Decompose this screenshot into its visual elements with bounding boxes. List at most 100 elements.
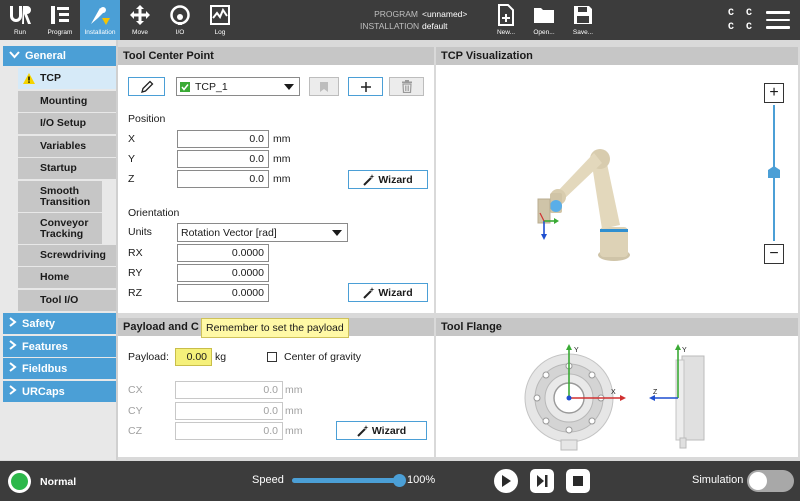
nav-item-label: I/O Setup — [40, 117, 87, 129]
power-status-button[interactable] — [8, 470, 31, 493]
tcp-select[interactable]: TCP_1 — [176, 77, 300, 96]
nav-item-screwdriving[interactable]: Screwdriving — [18, 245, 116, 266]
tcp-select-value: TCP_1 — [195, 80, 228, 93]
tcp-visualization-title: TCP Visualization — [436, 47, 798, 65]
flange-front-view: Y X — [524, 344, 626, 451]
payload-field[interactable]: 0.00 — [175, 348, 212, 366]
log-icon — [207, 3, 233, 27]
chevron-right-icon — [9, 362, 17, 375]
rz-field[interactable]: 0.0000 — [177, 284, 269, 302]
tab-move[interactable]: Move — [120, 0, 160, 40]
check-icon — [180, 82, 190, 92]
cy-field[interactable]: 0.0 — [175, 402, 283, 420]
magic-wand-icon — [357, 424, 369, 437]
cx-field[interactable]: 0.0 — [175, 381, 283, 399]
nav-section-label: Fieldbus — [22, 362, 68, 375]
tcp-visualization-panel: TCP Visualization + − — [436, 47, 798, 313]
nav-section-general[interactable]: General — [3, 46, 116, 66]
nav-section-urcaps[interactable]: URCaps — [3, 381, 116, 402]
payload-panel: Payload and C Remember to set the payloa… — [118, 318, 434, 457]
pencil-icon — [140, 80, 153, 93]
nav-item-label: TCP — [40, 72, 61, 84]
nav-item-startup[interactable]: Startup — [18, 158, 116, 179]
units-select-value: Rotation Vector [rad] — [181, 226, 277, 239]
save-button-label: Save... — [572, 29, 594, 36]
zoom-in-button[interactable]: + — [764, 83, 784, 103]
nav-item-tool-io[interactable]: Tool I/O — [18, 290, 116, 311]
zoom-out-label: − — [769, 245, 779, 262]
tab-io[interactable]: I/O — [160, 0, 200, 40]
chevron-right-icon — [9, 340, 17, 353]
nav-section-label: URCaps — [22, 385, 65, 398]
speed-label: Speed — [252, 474, 284, 486]
new-button[interactable]: New... — [490, 0, 522, 40]
speed-slider-handle[interactable] — [392, 474, 406, 487]
nav-section-label: Features — [22, 340, 68, 353]
center-of-gravity-label: Center of gravity — [284, 351, 362, 363]
status-ok-icon — [11, 473, 28, 490]
y-field[interactable]: 0.0 — [177, 150, 269, 168]
cz-field[interactable]: 0.0 — [175, 422, 283, 440]
rx-field[interactable]: 0.0000 — [177, 244, 269, 262]
tab-installation-label: Installation — [84, 29, 116, 36]
nav-item-label: Startup — [40, 162, 77, 174]
payload-tooltip: Remember to set the payload — [201, 318, 349, 338]
io-icon — [167, 3, 193, 27]
tab-installation[interactable]: Installation — [80, 0, 120, 40]
tab-log[interactable]: Log — [200, 0, 240, 40]
orientation-wizard-button[interactable]: Wizard — [348, 283, 428, 302]
nav-item-smooth-transition[interactable]: Smooth Transition — [18, 181, 102, 212]
speed-slider-track[interactable] — [292, 474, 406, 487]
step-button[interactable] — [530, 469, 554, 493]
plus-icon — [360, 81, 371, 92]
nav-item-conveyor-tracking[interactable]: Conveyor Tracking — [18, 213, 102, 244]
nav-item-io-setup[interactable]: I/O Setup — [18, 113, 116, 134]
zoom-out-button[interactable]: − — [764, 244, 784, 264]
tab-program-label: Program — [47, 29, 73, 36]
nav-item-home[interactable]: Home — [18, 267, 116, 288]
warning-icon — [23, 73, 35, 84]
nav-item-tcp[interactable]: TCP — [18, 68, 116, 89]
x-unit: mm — [273, 133, 291, 145]
units-select[interactable]: Rotation Vector [rad] — [177, 223, 348, 242]
z-label: Z — [128, 173, 135, 185]
chevron-right-icon — [9, 317, 17, 330]
nav-section-fieldbus[interactable]: Fieldbus — [3, 358, 116, 379]
nav-section-features[interactable]: Features — [3, 336, 116, 357]
new-file-icon — [493, 3, 519, 27]
nav-section-safety[interactable]: Safety — [3, 313, 116, 334]
tab-program[interactable]: Program — [40, 0, 80, 40]
zoom-slider-handle[interactable] — [768, 166, 780, 178]
set-default-tcp-button[interactable] — [309, 77, 339, 96]
hamburger-menu-icon[interactable] — [766, 11, 790, 29]
tab-run[interactable]: Run — [0, 0, 40, 40]
nav-item-mounting[interactable]: Mounting — [18, 91, 116, 112]
payload-wizard-button[interactable]: Wizard — [336, 421, 427, 440]
play-button[interactable] — [494, 469, 518, 493]
simulation-toggle[interactable] — [747, 470, 794, 492]
y-unit: mm — [273, 153, 291, 165]
z-field[interactable]: 0.0 — [177, 170, 269, 188]
units-label: Units — [128, 226, 152, 238]
tab-io-label: I/O — [175, 29, 185, 36]
save-button[interactable]: Save... — [566, 0, 600, 40]
bookmark-icon — [320, 81, 328, 92]
x-field[interactable]: 0.0 — [177, 130, 269, 148]
chevron-down-icon — [332, 230, 342, 236]
left-navigation: General TCP Mounting I/O Setup Variables… — [0, 40, 118, 460]
stop-button[interactable] — [566, 469, 590, 493]
delete-tcp-button[interactable] — [389, 77, 424, 96]
payload-label: Payload: — [128, 351, 169, 363]
nav-item-variables[interactable]: Variables — [18, 136, 116, 157]
add-tcp-button[interactable] — [348, 77, 383, 96]
ry-field[interactable]: 0.0000 — [177, 264, 269, 282]
open-button[interactable]: Open... — [528, 0, 560, 40]
tool-flange-panel: Tool Flange Y X Y Z — [436, 318, 798, 457]
position-wizard-button[interactable]: Wizard — [348, 170, 428, 189]
cz-label: CZ — [128, 425, 142, 437]
center-of-gravity-checkbox[interactable] — [267, 352, 277, 362]
rename-tcp-button[interactable] — [128, 77, 165, 96]
chevron-down-icon — [284, 84, 294, 90]
front-axis-y-label: Y — [574, 347, 579, 354]
ry-label: RY — [128, 267, 143, 279]
